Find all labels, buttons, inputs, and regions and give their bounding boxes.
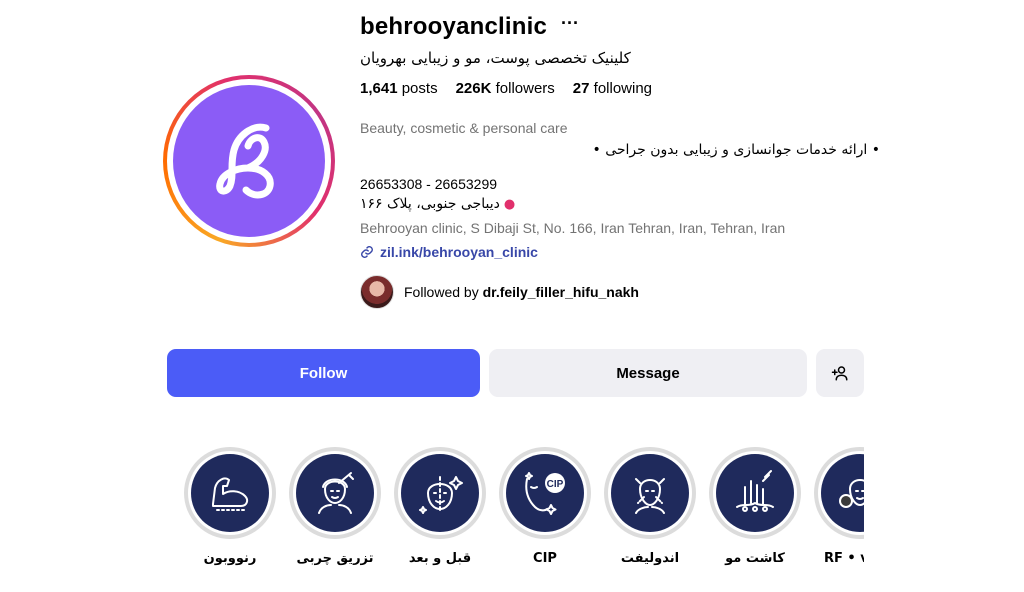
profile-avatar[interactable] (173, 85, 325, 237)
cip-badge-text: CIP (547, 479, 564, 490)
highlight-label: قبل و بعد (408, 551, 472, 566)
external-link[interactable]: zil.ink/behrooyan_clinic (360, 244, 880, 260)
name-row: behrooyanclinic ··· (360, 10, 880, 44)
username: behrooyanclinic (360, 13, 548, 40)
highlight-item[interactable]: رنووبون (184, 447, 276, 566)
avatar-gap (167, 79, 331, 243)
story-highlights: رنووبون تزریق چربی قبل و بعد CIP CIP اند… (180, 447, 864, 577)
highlight-label: تزریق چربی (296, 551, 374, 566)
highlight-item[interactable]: کاشت مو (709, 447, 801, 566)
highlight-item[interactable]: اندولیفت (604, 447, 696, 566)
bio-line: • ارائه خدمات جوانسازی و زیبایی بدون جرا… (592, 142, 880, 158)
rf-face-icon (839, 479, 864, 508)
highlight-label: اندولیفت (620, 551, 680, 566)
highlight-label: RF • vi (824, 551, 864, 566)
add-user-button[interactable] (816, 349, 864, 397)
profile-stats: 1,641 posts 226K followers 27 following (360, 80, 880, 97)
following-stat[interactable]: 27 following (573, 80, 652, 97)
posts-stat: 1,641 posts (360, 80, 438, 97)
full-name: کلینیک تخصصی پوست، مو و زیبایی بهرویان (360, 49, 631, 67)
hair-transplant-icon (736, 470, 774, 512)
highlight-label: کاشت مو (725, 551, 785, 566)
face-lift-icon (635, 478, 665, 514)
address-persian-text: دیباجی جنوبی، پلاک ۱۶۶ (360, 196, 500, 212)
pin-icon: ● (503, 196, 516, 212)
followed-by-text: Followed by dr.feily_filler_hifu_nakh (404, 284, 639, 300)
profile-avatar-ring[interactable] (163, 75, 335, 247)
cip-face-icon: CIP (525, 472, 565, 515)
highlight-item[interactable]: RF • vi (814, 447, 864, 566)
highlight-label: CIP (533, 551, 557, 566)
address-persian: دیباجی جنوبی، پلاک ۱۶۶ ● (360, 196, 880, 212)
highlight-item[interactable]: تزریق چربی (289, 447, 381, 566)
brand-logo-icon (216, 123, 274, 199)
link-icon (361, 246, 373, 258)
highlight-item[interactable]: قبل و بعد (394, 447, 486, 566)
phone-numbers: 26653308 - 26653299 (360, 176, 498, 192)
highlight-label: رنووبون (203, 551, 257, 566)
more-horizontal-icon[interactable]: ··· (561, 14, 579, 36)
external-link-text: zil.ink/behrooyan_clinic (380, 244, 538, 260)
highlight-item[interactable]: CIP CIP (499, 447, 591, 566)
add-user-icon (831, 366, 848, 381)
category: Beauty, cosmetic & personal care (360, 120, 568, 136)
follower-avatar (360, 275, 394, 309)
message-button[interactable]: Message (489, 349, 807, 397)
flexed-arm-icon (212, 477, 249, 511)
followers-stat[interactable]: 226K followers (456, 80, 555, 97)
profile-info: behrooyanclinic ··· کلینیک تخصصی پوست، م… (360, 10, 880, 309)
face-injection-icon (318, 472, 354, 514)
followed-by[interactable]: Followed by dr.feily_filler_hifu_nakh (360, 275, 880, 309)
address-english[interactable]: Behrooyan clinic, S Dibaji St, No. 166, … (360, 220, 880, 236)
before-after-face-icon (419, 476, 463, 514)
follow-button[interactable]: Follow (167, 349, 480, 397)
